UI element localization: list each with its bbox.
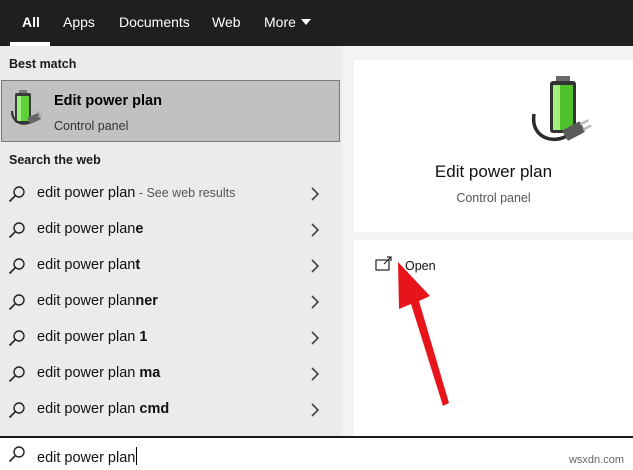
search-the-web-header: Search the web	[9, 153, 101, 167]
web-result-row[interactable]: edit power plan ma	[0, 356, 342, 392]
search-icon	[8, 446, 25, 463]
web-result-hint: - See web results	[135, 186, 236, 200]
chevron-right-icon	[311, 295, 320, 309]
chevron-right-icon	[311, 367, 320, 381]
results-pane: Best match Edit power plan Control panel…	[0, 46, 342, 436]
search-box[interactable]: edit power plan	[0, 436, 633, 470]
web-result-row[interactable]: edit power planner	[0, 284, 342, 320]
best-match-title: Edit power plan	[54, 93, 162, 109]
web-result-row[interactable]: edit power plan cmd	[0, 392, 342, 428]
web-result-completion: 1	[139, 329, 148, 345]
watermark: wsxdn.com	[568, 454, 624, 466]
search-icon	[8, 186, 25, 203]
web-result-text: edit power planner	[37, 293, 158, 309]
web-result-completion: e	[135, 221, 144, 237]
annotation-arrow	[398, 262, 449, 406]
tab-more-label: More	[264, 14, 296, 30]
web-result-text: edit power plan ma	[37, 365, 160, 381]
web-result-text: edit power plan 1	[37, 329, 147, 345]
search-input-value: edit power plan	[37, 450, 136, 466]
best-match-header: Best match	[9, 57, 77, 71]
web-result-completion: ma	[139, 365, 161, 381]
power-plan-battery-icon	[10, 90, 43, 125]
search-icon	[8, 402, 25, 419]
search-icon	[8, 366, 25, 383]
tab-web[interactable]: Web	[212, 0, 241, 46]
tab-more[interactable]: More	[264, 0, 311, 46]
search-icon	[8, 258, 25, 275]
chevron-down-icon	[300, 19, 311, 25]
web-result-row[interactable]: edit power plane	[0, 212, 342, 248]
chevron-right-icon	[311, 403, 320, 417]
chevron-right-icon	[311, 187, 320, 201]
search-icon	[8, 294, 25, 311]
web-result-completion: ner	[135, 293, 158, 309]
web-result-completion: cmd	[139, 401, 170, 417]
web-result-prefix: edit power plan	[37, 221, 136, 237]
web-result-text: edit power plan - See web results	[37, 185, 235, 201]
best-match-subtitle: Control panel	[54, 119, 129, 133]
web-result-text: edit power plan cmd	[37, 401, 169, 417]
chevron-right-icon	[311, 331, 320, 345]
web-result-prefix: edit power plan	[37, 401, 140, 417]
tab-all[interactable]: All	[22, 0, 40, 46]
tab-documents[interactable]: Documents	[119, 0, 190, 46]
search-icon	[8, 330, 25, 347]
web-result-prefix: edit power plan	[37, 365, 140, 381]
web-result-prefix: edit power plan	[37, 329, 140, 345]
web-result-row[interactable]: edit power plant	[0, 248, 342, 284]
web-result-text: edit power plane	[37, 221, 143, 237]
web-result-completion: t	[135, 257, 141, 273]
web-result-row[interactable]: edit power plan 1	[0, 320, 342, 356]
preview-title: Edit power plan	[434, 162, 553, 181]
chevron-right-icon	[311, 223, 320, 237]
web-result-prefix: edit power plan	[37, 185, 136, 201]
web-result-prefix: edit power plan	[37, 293, 136, 309]
preview-subtitle: Control panel	[456, 191, 531, 205]
text-cursor	[136, 447, 138, 465]
search-input[interactable]: edit power plan	[37, 447, 138, 466]
tab-apps[interactable]: Apps	[63, 0, 95, 46]
chevron-right-icon	[311, 259, 320, 273]
power-plan-battery-large-icon	[532, 76, 592, 142]
web-result-text: edit power plant	[37, 257, 140, 273]
best-match-item[interactable]: Edit power plan Control panel	[1, 80, 340, 142]
search-icon	[8, 222, 25, 239]
web-result-row[interactable]: edit power plan - See web results	[0, 176, 342, 212]
search-category-tabs: All Apps Documents Web More	[0, 0, 633, 46]
web-result-prefix: edit power plan	[37, 257, 136, 273]
